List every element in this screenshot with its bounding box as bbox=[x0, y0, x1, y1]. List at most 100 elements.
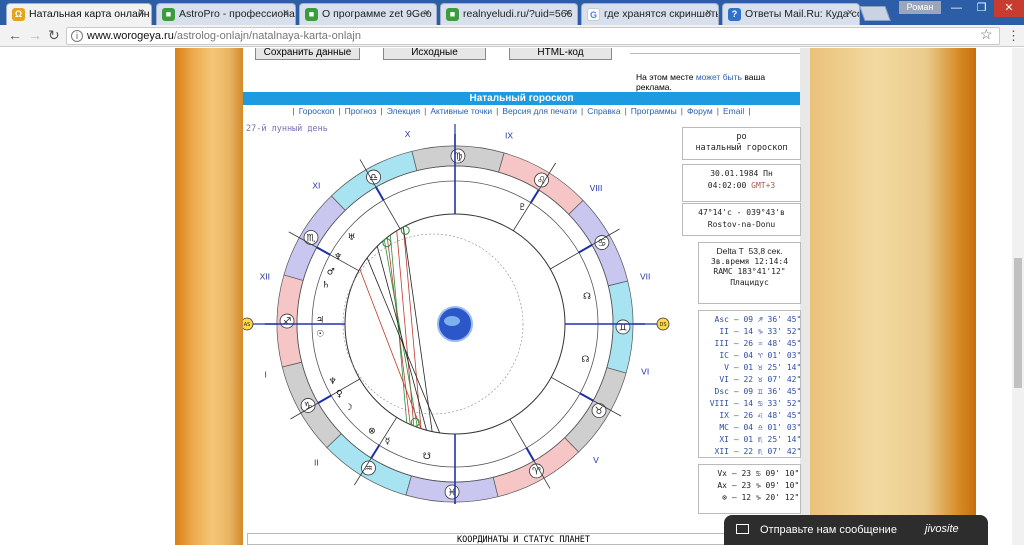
planet-glyph-icon: ♇ bbox=[518, 203, 526, 213]
planet-glyph-icon: ☉ bbox=[316, 329, 324, 339]
close-icon[interactable]: × bbox=[424, 7, 430, 19]
house-numeral: VIII bbox=[590, 183, 603, 193]
house-cusp-row: IX – 26 ♌ 48' 45" bbox=[701, 410, 801, 422]
nav-link[interactable]: Версия для печати bbox=[500, 106, 579, 116]
page-scrollbar[interactable] bbox=[1012, 48, 1024, 545]
planet-glyph-icon: ♅ bbox=[348, 233, 356, 243]
points-panel: Vx – 23 ♋ 09' 10" Ax – 23 ♑ 09' 10" ⊗ – 12… bbox=[698, 464, 801, 514]
user-profile-button[interactable]: Роман bbox=[899, 1, 941, 14]
save-data-button[interactable]: Сохранить данные bbox=[255, 48, 360, 60]
zodiac-sign-icon: ♉ bbox=[595, 406, 604, 417]
planet-glyph-icon: ☋ bbox=[423, 452, 431, 462]
close-icon[interactable]: × bbox=[706, 7, 712, 19]
house-degree: – 26 bbox=[729, 339, 754, 348]
place-name: Rostov-na-Donu bbox=[707, 220, 776, 229]
house-position: – 01 ♏ 25' 14" bbox=[729, 435, 801, 444]
worogeya-icon: Ω bbox=[12, 8, 25, 21]
tab-google-search[interactable]: Gгде хранятся скриншоты × bbox=[581, 3, 719, 25]
zodiac-sign-icon: ♉ bbox=[753, 375, 768, 384]
new-tab-button[interactable] bbox=[859, 6, 891, 21]
house-degree: – 26 bbox=[729, 411, 754, 420]
house-degree: – 01 bbox=[729, 435, 754, 444]
point-name: Vx bbox=[717, 469, 727, 478]
nav-link[interactable]: Справка bbox=[585, 106, 622, 116]
source-button[interactable]: Исходные bbox=[383, 48, 486, 60]
house-minutes: 01' 03" bbox=[767, 423, 802, 432]
close-icon[interactable]: × bbox=[139, 7, 145, 19]
natal-chart-wheel: ♐♑♒♓♈♉♊♋♌♍♎♏ASDSICMCIIIIIIIVVVIVIIVIIIIX… bbox=[243, 124, 670, 504]
tab-astropro[interactable]: ■AstroPro - профессиональн× bbox=[156, 3, 296, 25]
nav-separator: | bbox=[624, 106, 627, 116]
close-window-icon[interactable]: ✕ bbox=[994, 0, 1024, 17]
info-icon[interactable]: i bbox=[71, 30, 83, 42]
point-row: Ax – 23 ♑ 09' 10" bbox=[705, 480, 799, 492]
angle-label: DS bbox=[659, 322, 666, 328]
planet-glyph-icon: ♄ bbox=[322, 281, 330, 291]
house-name: Asc bbox=[714, 315, 729, 324]
planet-glyph-icon: ♃ bbox=[316, 315, 324, 325]
close-icon[interactable]: × bbox=[847, 7, 853, 19]
house-numeral: XI bbox=[312, 180, 320, 190]
house-cusp-tick bbox=[316, 246, 331, 256]
ad-link[interactable]: может быть bbox=[696, 72, 742, 82]
nav-link[interactable]: Элекция bbox=[385, 106, 422, 116]
nav-link[interactable]: Активные точки bbox=[428, 106, 494, 116]
bookmark-star-icon[interactable]: ☆ bbox=[980, 26, 993, 43]
scrollbar-thumb[interactable] bbox=[1014, 258, 1022, 388]
mailru-icon: ? bbox=[728, 8, 741, 21]
tab-bar: Ω Натальная карта онлайн × ■ AstroPro - про… bbox=[0, 0, 1024, 25]
zodiac-sign-icon: ♈ bbox=[753, 351, 768, 360]
angle-label: AS bbox=[244, 322, 251, 328]
zodiac-sign-icon: ♋ bbox=[597, 238, 606, 249]
house-cusp-tick bbox=[370, 444, 381, 459]
zodiac-sign-icon: ♌ bbox=[753, 411, 768, 420]
back-icon[interactable]: ← bbox=[8, 27, 22, 43]
lunar-day: 27-й лунный день bbox=[246, 124, 328, 134]
ramc: RAMC 183°41'12" bbox=[713, 267, 786, 276]
house-cusp-row: XI – 01 ♏ 25' 14" bbox=[701, 434, 801, 446]
url-input[interactable]: i www.worogeya.ru/astrolog-onlajn/natalna… bbox=[66, 27, 1000, 45]
house-position: – 14 ♋ 33' 52" bbox=[729, 399, 801, 408]
birth-date: 30.01.1984 Пн bbox=[710, 169, 773, 178]
tab-zet[interactable]: ■ О программе zet 9Geo × bbox=[299, 3, 437, 25]
nav-link[interactable]: Прогноз bbox=[343, 106, 379, 116]
tab-natal-chart[interactable]: Ω Натальная карта онлайн × bbox=[6, 3, 152, 25]
nav-link[interactable]: Гороскоп bbox=[297, 106, 337, 116]
house-system: Плацидус bbox=[730, 277, 769, 287]
zodiac-sign-icon: ♊ bbox=[753, 387, 768, 396]
html-code-button[interactable]: HTML-код bbox=[509, 48, 612, 60]
close-icon[interactable]: × bbox=[283, 7, 289, 19]
reload-icon[interactable]: ↻ bbox=[48, 27, 60, 44]
house-minutes: 07' 42" bbox=[767, 375, 802, 384]
point-minutes: 09' 10" bbox=[765, 469, 800, 478]
jivosite-chat-widget[interactable]: Отправьте нам сообщение jivosite bbox=[724, 515, 988, 545]
house-minutes: 01' 03" bbox=[767, 351, 802, 360]
address-bar-row: ← → ↻ i www.worogeya.ru/astrolog-onlajn/n… bbox=[0, 25, 1024, 47]
inner-scrollbar[interactable] bbox=[800, 48, 810, 545]
nav-link[interactable]: Форум bbox=[685, 106, 715, 116]
forward-icon[interactable]: → bbox=[28, 27, 42, 43]
close-icon[interactable]: × bbox=[565, 7, 571, 19]
house-degree: – 22 bbox=[729, 375, 754, 384]
planet-glyph-icon: ☊ bbox=[581, 355, 589, 365]
house-cusp-tick bbox=[579, 392, 594, 402]
house-position: – 22 ♏ 07' 42" bbox=[729, 447, 801, 456]
house-name: IX bbox=[719, 411, 729, 420]
point-name: ⊗ bbox=[722, 493, 727, 502]
jivosite-logo: jivosite bbox=[925, 523, 959, 535]
house-position: – 26 ♌ 48' 45" bbox=[729, 411, 801, 420]
house-numeral: II bbox=[314, 458, 319, 468]
nav-link[interactable]: Программы bbox=[629, 106, 679, 116]
house-name: V bbox=[724, 363, 729, 372]
nav-separator: | bbox=[680, 106, 683, 116]
house-cusp-tick bbox=[375, 186, 385, 201]
tab-realnyeludi[interactable]: ■ realnyeludi.ru/?uid=566 × bbox=[440, 3, 578, 25]
tab-mailru-answers[interactable]: ? Ответы Mail.Ru: Куда со × bbox=[722, 3, 860, 25]
house-degree: – 09 bbox=[729, 387, 754, 396]
nav-link[interactable]: Email bbox=[721, 106, 746, 116]
restore-icon[interactable]: ❐ bbox=[969, 0, 994, 17]
house-cusp-row: V – 01 ♉ 25' 14" bbox=[701, 362, 801, 374]
point-row: Vx – 23 ♋ 09' 10" bbox=[705, 468, 800, 480]
minimize-icon[interactable]: — bbox=[944, 0, 969, 17]
menu-icon[interactable]: ⋮ bbox=[1007, 28, 1020, 44]
